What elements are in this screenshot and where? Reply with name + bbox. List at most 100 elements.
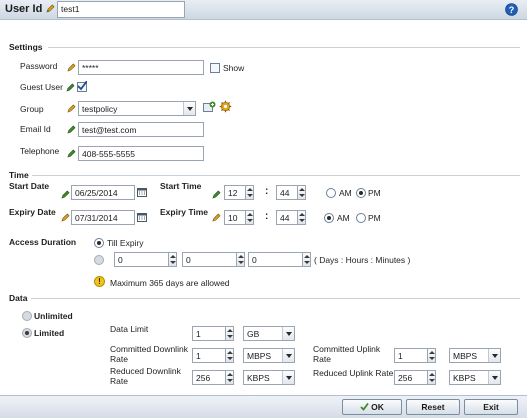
duration-minutes-field[interactable]: 0: [248, 252, 303, 267]
pencil-icon: [67, 125, 76, 136]
pencil-icon: [61, 190, 70, 201]
committed-uplink-label: Committed Uplink: [313, 344, 381, 354]
user-id-label: User Id: [5, 3, 43, 15]
duration-days-field[interactable]: 0: [114, 252, 169, 267]
expiry-date-field[interactable]: 07/31/2014: [71, 210, 135, 225]
committed-uplink-label-line2: Rate: [313, 354, 331, 364]
start-am-radio[interactable]: [326, 188, 336, 198]
time-section-title: Time: [9, 170, 29, 180]
password-field[interactable]: *****: [78, 60, 204, 75]
pencil-icon: [66, 83, 75, 94]
reset-button[interactable]: Reset: [406, 399, 460, 415]
committed-downlink-unit-dropdown[interactable]: MBPS: [243, 348, 295, 363]
duration-days-stepper[interactable]: [169, 252, 177, 267]
chevron-down-icon: [488, 371, 500, 384]
expiry-hour-field[interactable]: 10: [224, 210, 246, 225]
duration-format-hint: ( Days : Hours : Minutes ): [314, 255, 411, 265]
exit-button[interactable]: Exit: [464, 399, 518, 415]
start-hour-field[interactable]: 12: [224, 185, 246, 200]
chevron-down-icon: [282, 371, 294, 384]
password-label: Password: [20, 61, 58, 71]
expiry-minute-stepper[interactable]: [298, 210, 306, 225]
expiry-pm-label: PM: [368, 213, 381, 223]
email-field[interactable]: test@test.com: [78, 122, 204, 137]
reduced-downlink-field[interactable]: 256: [192, 370, 226, 385]
show-password-checkbox[interactable]: [210, 63, 220, 73]
start-time-label: Start Time: [160, 181, 202, 191]
expiry-minute-field[interactable]: 44: [276, 210, 298, 225]
duration-warning-text: Maximum 365 days are allowed: [110, 278, 230, 288]
settings-section-title: Settings: [9, 42, 43, 52]
reduced-uplink-unit-value: KBPS: [453, 373, 476, 383]
reduced-uplink-unit-dropdown[interactable]: KBPS: [449, 370, 501, 385]
duration-hours-field[interactable]: 0: [182, 252, 237, 267]
start-minute-field[interactable]: 44: [276, 185, 298, 200]
reduced-uplink-field[interactable]: 256: [394, 370, 428, 385]
data-limit-unit-value: GB: [247, 329, 260, 339]
committed-uplink-unit-dropdown[interactable]: MBPS: [449, 348, 501, 363]
duration-hours-stepper[interactable]: [237, 252, 245, 267]
pencil-icon: [61, 213, 70, 224]
limited-label: Limited: [34, 328, 65, 338]
guest-user-checkbox[interactable]: [77, 81, 87, 92]
start-minute-stepper[interactable]: [298, 185, 306, 200]
duration-minutes-stepper[interactable]: [303, 252, 311, 267]
reduced-uplink-stepper[interactable]: [428, 370, 436, 385]
committed-uplink-stepper[interactable]: [428, 348, 436, 363]
data-limit-unit-dropdown[interactable]: GB: [243, 326, 295, 341]
custom-duration-radio[interactable]: [94, 255, 104, 265]
group-dropdown[interactable]: testpolicy: [78, 101, 196, 116]
reduced-downlink-stepper[interactable]: [226, 370, 234, 385]
help-icon[interactable]: ?: [505, 3, 518, 18]
ok-label: OK: [371, 402, 384, 412]
calendar-icon[interactable]: [137, 212, 147, 224]
chevron-down-icon: [282, 349, 294, 362]
divider: [32, 175, 520, 176]
guest-user-label: Guest User: [20, 82, 63, 92]
start-date-label: Start Date: [9, 181, 50, 191]
telephone-field[interactable]: 408-555-5555: [78, 146, 204, 161]
pencil-icon: [212, 190, 221, 201]
svg-text:?: ?: [509, 5, 515, 15]
add-policy-icon[interactable]: [203, 101, 216, 115]
ok-button[interactable]: OK: [342, 399, 402, 415]
pencil-icon: [212, 213, 221, 224]
reduced-downlink-label: Reduced Downlink: [110, 366, 181, 376]
unlimited-radio[interactable]: [22, 311, 32, 321]
committed-downlink-stepper[interactable]: [226, 348, 234, 363]
expiry-date-label: Expiry Date: [9, 207, 56, 217]
warning-icon: !: [94, 276, 105, 287]
limited-radio[interactable]: [22, 328, 32, 338]
till-expiry-radio[interactable]: [94, 238, 104, 248]
chevron-down-icon: [488, 349, 500, 362]
till-expiry-label: Till Expiry: [107, 238, 144, 248]
user-id-field[interactable]: test1: [57, 1, 185, 18]
reset-label: Reset: [421, 402, 445, 412]
time-separator: :: [265, 186, 269, 197]
data-limit-field[interactable]: 1: [192, 326, 226, 341]
committed-uplink-unit-value: MBPS: [453, 351, 478, 361]
pencil-icon: [67, 63, 76, 74]
group-value: testpolicy: [82, 104, 118, 114]
expiry-time-label: Expiry Time: [160, 207, 209, 217]
calendar-icon[interactable]: [137, 187, 147, 199]
gear-icon[interactable]: [219, 100, 232, 115]
expiry-am-radio[interactable]: [324, 213, 334, 223]
reduced-downlink-unit-value: KBPS: [247, 373, 270, 383]
reduced-downlink-unit-dropdown[interactable]: KBPS: [243, 370, 295, 385]
time-separator: :: [265, 211, 269, 222]
start-date-field[interactable]: 06/25/2014: [71, 185, 135, 200]
committed-downlink-field[interactable]: 1: [192, 348, 226, 363]
expiry-am-label: AM: [337, 213, 350, 223]
unlimited-label: Unlimited: [34, 311, 73, 321]
data-limit-stepper[interactable]: [226, 326, 234, 341]
data-limit-label: Data Limit: [110, 324, 149, 334]
expiry-hour-stepper[interactable]: [246, 210, 254, 225]
start-hour-stepper[interactable]: [246, 185, 254, 200]
pencil-icon: [46, 4, 55, 15]
start-am-label: AM: [339, 188, 352, 198]
committed-uplink-field[interactable]: 1: [394, 348, 428, 363]
check-icon: [360, 402, 369, 411]
expiry-pm-radio[interactable]: [356, 213, 366, 223]
start-pm-radio[interactable]: [356, 188, 366, 198]
